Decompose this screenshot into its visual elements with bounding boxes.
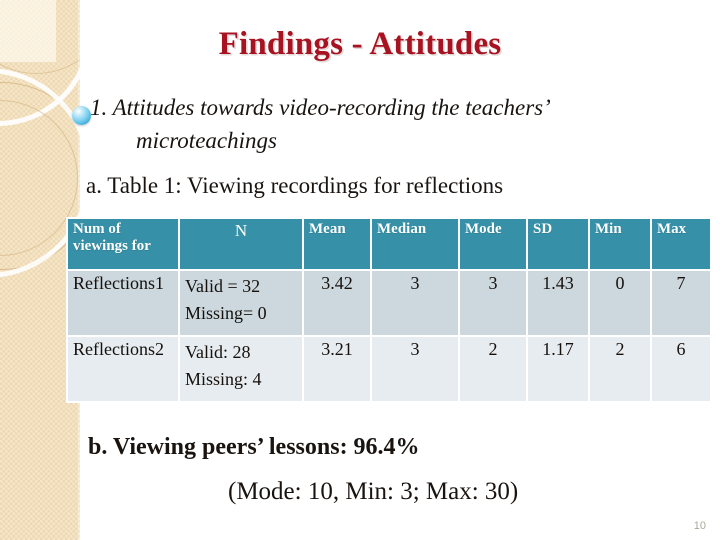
cell-n-missing: Missing= 0: [185, 303, 267, 324]
table-header-row: Num of viewings for N Mean Median Mode S…: [68, 219, 710, 269]
footer-line-2: (Mode: 10, Min: 3; Max: 30): [228, 478, 519, 505]
page-number: 10: [693, 520, 706, 532]
cell-n: Valid = 32 Missing= 0: [180, 271, 302, 335]
page-title: Findings - Attitudes: [218, 26, 502, 62]
statistics-table: Num of viewings for N Mean Median Mode S…: [66, 217, 712, 403]
table-body: Reflections1 Valid = 32 Missing= 0 3.42 …: [68, 271, 710, 401]
blue-sphere-bullet-icon: [72, 106, 91, 125]
cell-n-valid: Valid = 32: [185, 276, 261, 296]
cell-max: 6: [652, 337, 710, 401]
column-header-mode: Mode: [460, 219, 526, 269]
cell-n-missing: Missing: 4: [185, 369, 262, 390]
cell-label: Reflections2: [68, 337, 178, 401]
cell-mode: 2: [460, 337, 526, 401]
table-header: Num of viewings for N Mean Median Mode S…: [68, 219, 710, 269]
column-header-sd: SD: [528, 219, 588, 269]
column-header-mean: Mean: [304, 219, 370, 269]
subheading: a. Table 1: Viewing recordings for refle…: [86, 173, 504, 198]
column-header-max: Max: [652, 219, 710, 269]
cell-median: 3: [372, 337, 458, 401]
cell-sd: 1.43: [528, 271, 588, 335]
cell-sd: 1.17: [528, 337, 588, 401]
cell-median: 3: [372, 271, 458, 335]
table-row: Reflections2 Valid: 28 Missing: 4 3.21 3…: [68, 337, 710, 401]
bullet-line-1: 1. Attitudes towards video-recording the…: [90, 95, 551, 120]
column-header-median: Median: [372, 219, 458, 269]
slide: Findings - Attitudes 1. Attitudes toward…: [0, 0, 720, 540]
bullet-item-label: 1. Attitudes towards video-recording the…: [78, 92, 708, 157]
cell-min: 0: [590, 271, 650, 335]
bullet-line-2: microteachings: [136, 127, 277, 153]
cell-n-valid: Valid: 28: [185, 342, 251, 362]
bullet-item: 1. Attitudes towards video-recording the…: [72, 92, 708, 157]
cell-mean: 3.21: [304, 337, 370, 401]
column-header-n: N: [180, 219, 302, 269]
cell-max: 7: [652, 271, 710, 335]
column-header-label: Num of viewings for: [68, 219, 178, 269]
column-header-min: Min: [590, 219, 650, 269]
cell-min: 2: [590, 337, 650, 401]
column-header-label-line1: Num of: [73, 221, 121, 237]
cell-label: Reflections1: [68, 271, 178, 335]
cell-n: Valid: 28 Missing: 4: [180, 337, 302, 401]
cell-mode: 3: [460, 271, 526, 335]
table-row: Reflections1 Valid = 32 Missing= 0 3.42 …: [68, 271, 710, 335]
footer-line-1: b. Viewing peers’ lessons: 96.4%: [88, 434, 420, 460]
cell-mean: 3.42: [304, 271, 370, 335]
column-header-label-line2: viewings for: [73, 238, 151, 254]
